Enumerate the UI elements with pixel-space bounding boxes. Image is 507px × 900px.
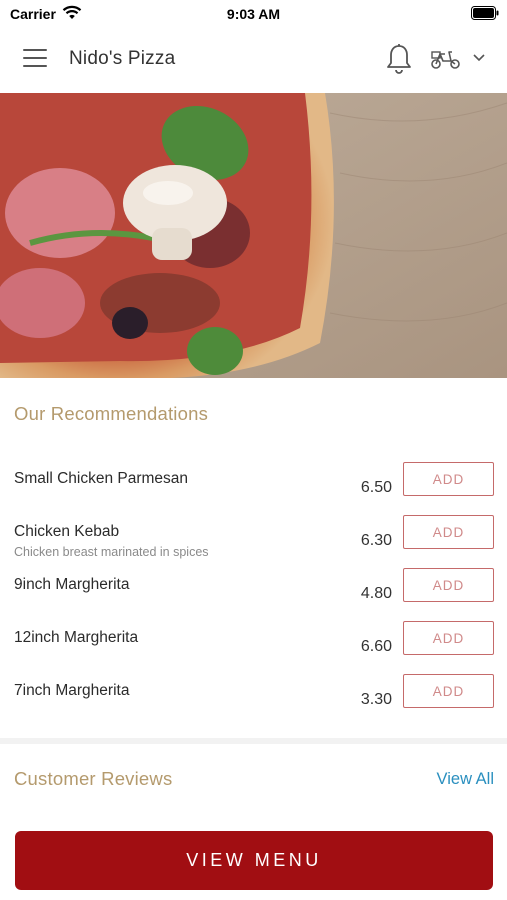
item-name: 7inch Margherita xyxy=(14,682,130,699)
bell-icon[interactable] xyxy=(385,43,413,75)
item-name: 9inch Margherita xyxy=(14,576,130,593)
item-description: Chicken breast marinated in spices xyxy=(14,545,209,559)
menu-icon[interactable] xyxy=(23,49,47,71)
view-all-link[interactable]: View All xyxy=(437,770,494,789)
item-name: 12inch Margherita xyxy=(14,629,139,646)
section-divider xyxy=(0,738,507,744)
add-button[interactable]: ADD xyxy=(403,515,494,549)
add-button[interactable]: ADD xyxy=(403,568,494,602)
battery-icon xyxy=(471,6,499,20)
add-button[interactable]: ADD xyxy=(403,621,494,655)
item-name: Chicken Kebab xyxy=(14,523,120,540)
add-button[interactable]: ADD xyxy=(403,462,494,496)
item-price: 4.80 xyxy=(360,585,392,602)
page-title: Nido's Pizza xyxy=(69,48,176,69)
status-bar: Carrier 9:03 AM xyxy=(0,0,507,28)
item-price: 6.60 xyxy=(360,638,392,655)
delivery-scooter-icon[interactable] xyxy=(430,48,462,70)
menu-item-row: 7inch Margherita 3.30 ADD xyxy=(0,674,507,735)
add-button[interactable]: ADD xyxy=(403,674,494,708)
item-price: 3.30 xyxy=(360,691,392,708)
item-price: 6.50 xyxy=(360,479,392,496)
recommendations-title: Our Recommendations xyxy=(14,403,209,424)
item-name: Small Chicken Parmesan xyxy=(14,470,189,487)
nav-bar: Nido's Pizza xyxy=(0,28,507,92)
status-time: 9:03 AM xyxy=(226,6,281,22)
hero-pizza-image xyxy=(0,93,507,378)
view-menu-button[interactable]: VIEW MENU xyxy=(15,831,493,890)
chevron-down-icon[interactable] xyxy=(472,53,486,63)
reviews-title: Customer Reviews xyxy=(14,768,173,789)
item-price: 6.30 xyxy=(360,532,392,549)
